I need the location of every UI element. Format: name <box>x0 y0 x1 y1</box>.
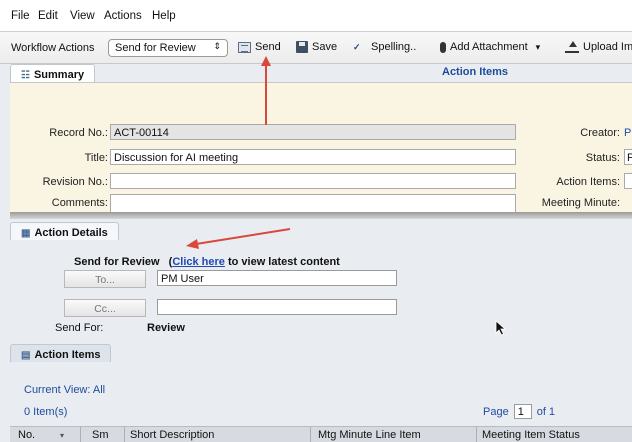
cc-field[interactable] <box>157 299 397 315</box>
chevron-down-icon[interactable]: ▾ <box>536 42 541 53</box>
column-header-meeting-item-status[interactable]: Meeting Item Status <box>482 429 580 441</box>
column-divider <box>80 427 81 442</box>
spelling-button[interactable]: ✓ Spelling.. <box>353 41 416 53</box>
send-button[interactable]: Send <box>238 41 281 53</box>
floppy-disk-icon <box>296 41 308 53</box>
summary-panel: Record No.: ACT-00114 Title: Discussion … <box>10 82 632 213</box>
upload-button[interactable]: Upload Im <box>565 41 632 53</box>
comments-field[interactable] <box>110 194 516 213</box>
menu-help[interactable]: Help <box>152 10 176 22</box>
save-button-label: Save <box>312 41 338 53</box>
workflow-action-select-value: Send for Review <box>115 42 196 54</box>
upload-button-label: Upload Im <box>583 41 632 53</box>
mouse-cursor-icon <box>495 320 507 336</box>
summary-section-header: ☷ Summary Action Items <box>10 64 632 82</box>
creator-label: Creator: <box>580 127 620 139</box>
send-for-value: Review <box>147 322 185 334</box>
summary-title: Action Items <box>442 66 509 78</box>
item-count: 0 Item(s) <box>24 406 68 418</box>
view-latest-text: to view latest content <box>227 256 340 268</box>
list-icon: ▤ <box>21 349 31 361</box>
calendar-icon: ▦ <box>21 227 31 239</box>
send-for-review-heading: Send for Review (Click here to view late… <box>74 256 340 268</box>
save-button[interactable]: Save <box>296 41 337 53</box>
envelope-icon <box>238 41 251 53</box>
workflow-actions-label: Workflow Actions <box>11 42 95 54</box>
action-details-panel: Send for Review (Click here to view late… <box>10 242 632 342</box>
action-details-header: ▦ Action Details <box>10 222 632 242</box>
menu-file[interactable]: File <box>11 10 30 22</box>
section-splitter[interactable] <box>10 212 632 219</box>
status-field[interactable]: F <box>624 149 632 165</box>
title-field[interactable]: Discussion for AI meeting <box>110 149 516 165</box>
action-items-header: ▤ Action Items <box>10 344 632 364</box>
menu-edit[interactable]: Edit <box>38 10 58 22</box>
creator-value[interactable]: P <box>624 127 631 139</box>
column-divider <box>310 427 311 442</box>
column-header-mtg-minute-line-item[interactable]: Mtg Minute Line Item <box>318 429 421 441</box>
table-header-row: No. ▾ Sm Short Description Mtg Minute Li… <box>10 426 632 442</box>
cc-button[interactable]: Cc... <box>64 299 146 317</box>
action-details-tab-label: Action Details <box>34 227 108 239</box>
record-no-label: Record No.: <box>49 127 108 139</box>
page-label: Page <box>483 405 509 418</box>
meeting-minute-label: Meeting Minute: <box>541 197 620 209</box>
paperclip-icon <box>440 41 446 53</box>
summary-tab-label: Summary <box>33 69 85 81</box>
toolbar: Workflow Actions Send for Review ⇕ Send … <box>0 32 632 64</box>
page-input[interactable]: 1 <box>513 404 532 419</box>
summary-tab[interactable]: ☷ Summary <box>10 64 96 82</box>
workflow-action-select[interactable]: Send for Review ⇕ <box>108 39 228 57</box>
revision-no-label: Revision No.: <box>42 176 108 188</box>
column-sort-icon[interactable]: ▾ <box>60 431 64 440</box>
status-label: Status: <box>585 152 620 164</box>
action-details-tab[interactable]: ▦ Action Details <box>10 222 119 240</box>
send-button-label: Send <box>255 41 281 53</box>
pager: Page 1 of 1 <box>483 404 555 419</box>
spellcheck-icon: ✓ <box>353 41 361 52</box>
menu-actions[interactable]: Actions <box>104 10 142 22</box>
comments-label: Comments: <box>51 197 108 209</box>
send-for-review-text: Send for Review <box>74 256 160 268</box>
add-attachment-button[interactable]: Add Attachment ▾ <box>440 41 540 53</box>
column-divider <box>124 427 125 442</box>
page-of-label: of 1 <box>536 405 556 418</box>
column-header-no[interactable]: No. <box>18 429 35 441</box>
action-items-tab-label: Action Items <box>34 349 101 361</box>
send-for-label: Send For: <box>55 322 104 334</box>
column-header-short-description[interactable]: Short Description <box>130 429 214 441</box>
to-field[interactable]: PM User <box>157 270 397 286</box>
current-view-text[interactable]: Current View: All <box>24 384 105 396</box>
action-items-label: Action Items: <box>556 176 620 188</box>
column-divider <box>476 427 477 442</box>
summary-icon: ☷ <box>21 69 30 81</box>
record-no-field[interactable]: ACT-00114 <box>110 124 516 140</box>
upload-icon <box>565 41 579 53</box>
action-items-tab[interactable]: ▤ Action Items <box>10 344 112 362</box>
spelling-button-label: Spelling.. <box>371 41 417 53</box>
menu-view[interactable]: View <box>70 10 95 22</box>
title-label: Title: <box>84 152 108 164</box>
revision-no-field[interactable] <box>110 173 516 189</box>
to-button[interactable]: To... <box>64 270 146 288</box>
menu-bar: File Edit View Actions Help <box>0 0 632 32</box>
click-here-link[interactable]: Click here <box>172 256 225 268</box>
action-items-field[interactable] <box>624 173 632 189</box>
select-updown-icon: ⇕ <box>213 41 221 51</box>
column-header-sm[interactable]: Sm <box>92 429 109 441</box>
add-attachment-label: Add Attachment <box>450 41 528 53</box>
